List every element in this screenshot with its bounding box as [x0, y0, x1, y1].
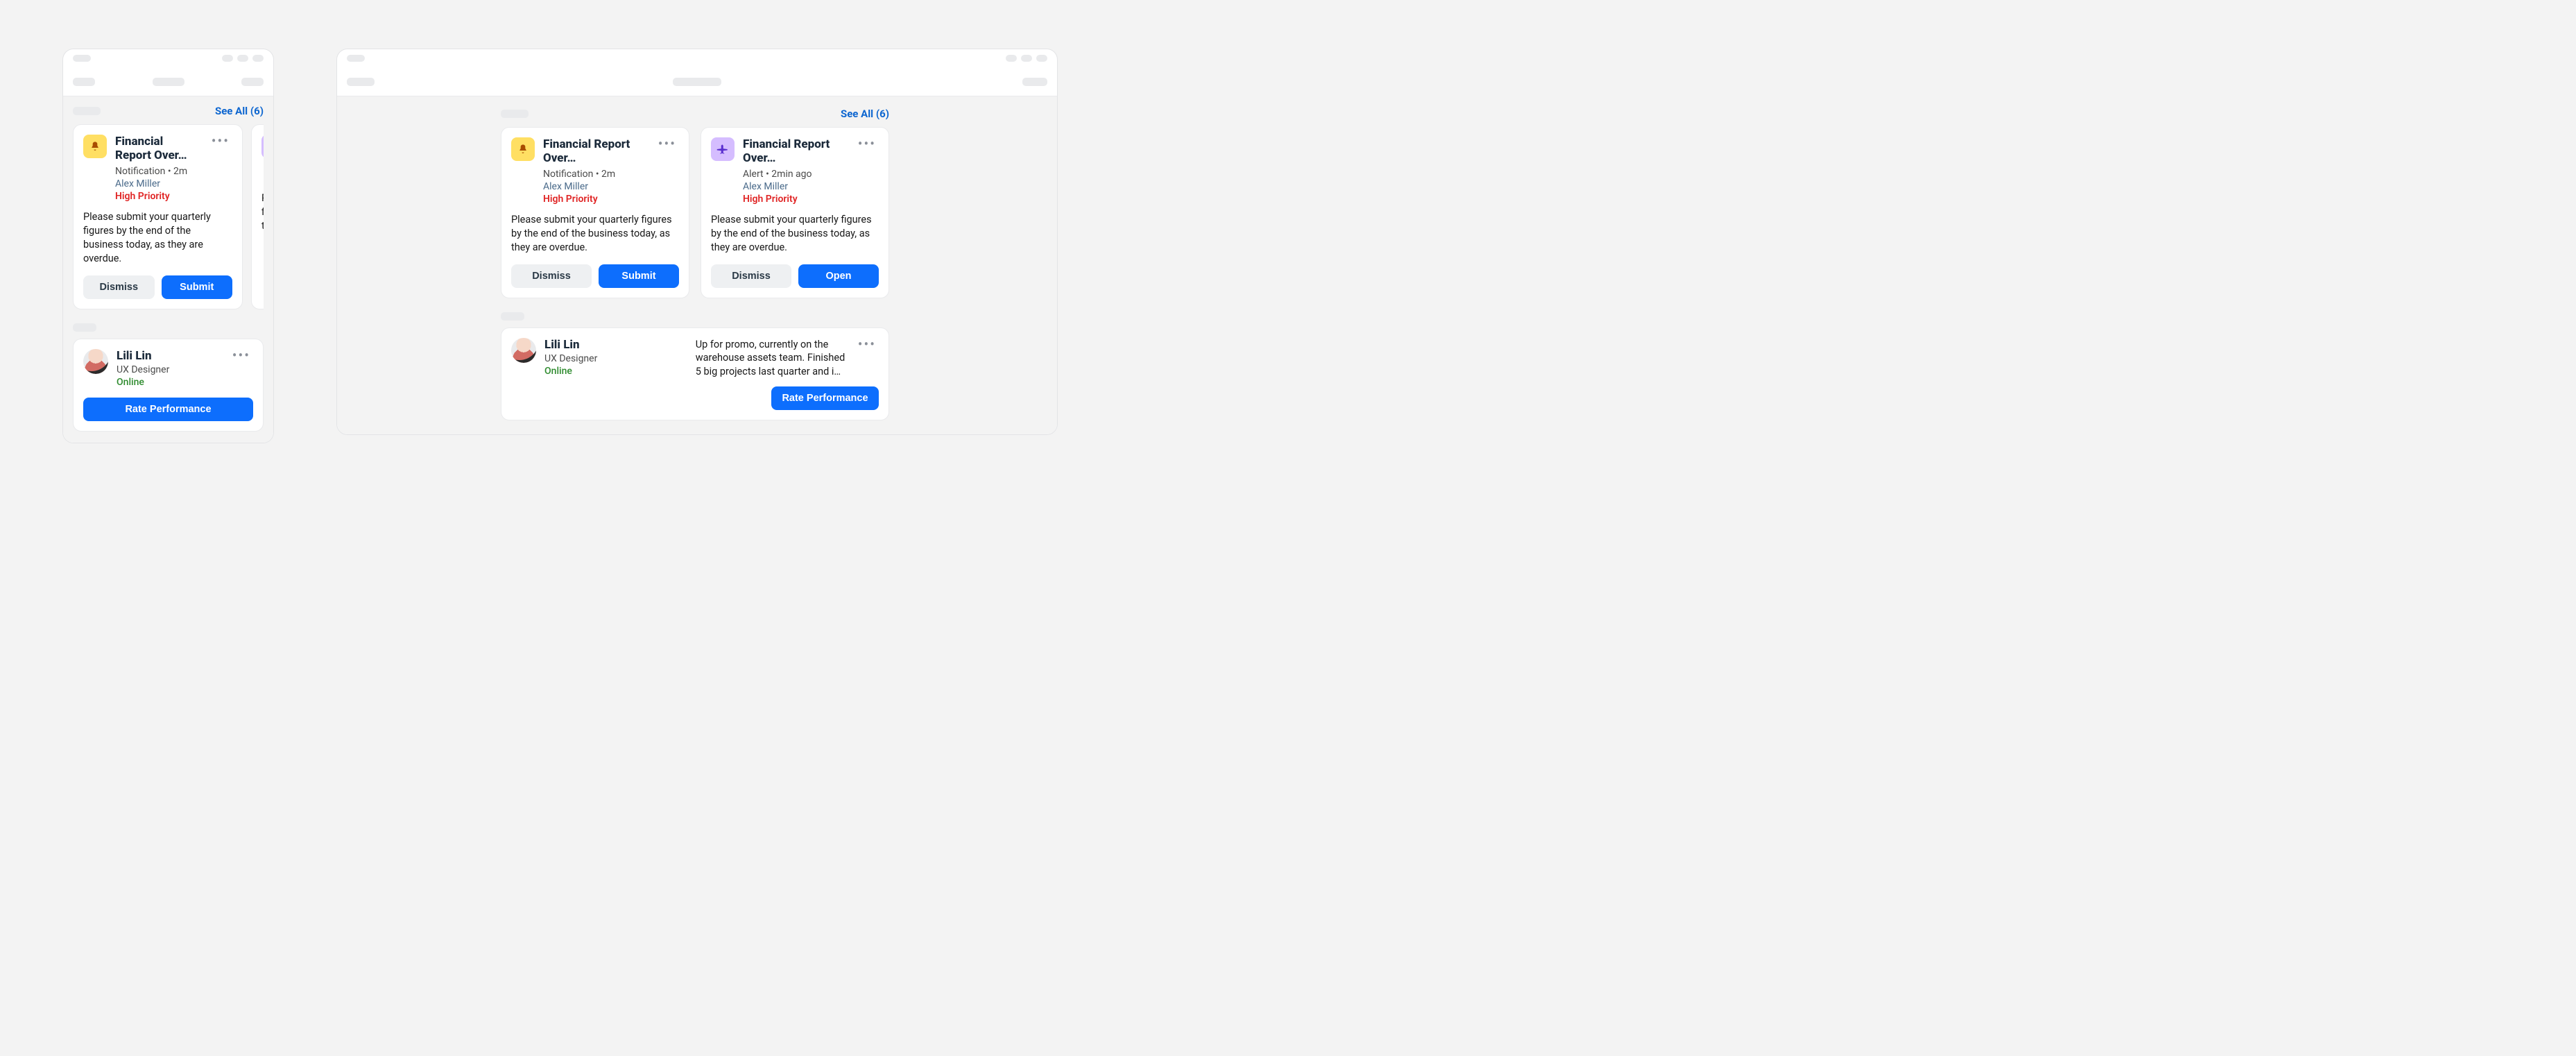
notification-title: Financial Report Over… — [543, 137, 647, 166]
person-name: Lili Lin — [117, 349, 221, 363]
priority-badge: High Priority — [115, 191, 200, 202]
notification-card: Financial Report Over… Alert • 2min ago … — [701, 127, 889, 298]
priority-badge: High Priority — [743, 194, 847, 205]
notification-title: Financial Report Over… — [115, 135, 200, 163]
appbar — [337, 67, 1057, 96]
mobile-frame: See All (6) Financial Report Over… Notif… — [62, 49, 274, 443]
more-icon[interactable]: ••• — [855, 338, 879, 350]
submit-button[interactable]: Submit — [162, 275, 233, 299]
person-role: UX Designer — [544, 353, 597, 364]
appbar-skeleton — [153, 78, 184, 86]
desktop-frame: See All (6) Financial Report Over… Notif… — [336, 49, 1058, 435]
see-all-link[interactable]: See All (6) — [215, 105, 264, 117]
person-status: Online — [544, 366, 597, 377]
notification-meta: Notification • 2m — [543, 169, 647, 180]
more-icon[interactable]: ••• — [230, 349, 253, 361]
statusbar-skeleton — [73, 55, 91, 62]
dismiss-button[interactable]: Dismiss — [511, 264, 592, 288]
notification-author: Alex Miller — [743, 181, 847, 192]
notification-body: Please submit your quarterly figures by … — [83, 210, 232, 266]
dismiss-button[interactable]: Dismiss — [83, 275, 155, 299]
section-title-skeleton — [501, 312, 524, 321]
statusbar-skeleton — [1006, 55, 1017, 62]
more-icon[interactable]: ••• — [855, 137, 879, 150]
notification-body: Please submit your quarterly figures by … — [711, 213, 879, 255]
person-status: Online — [117, 377, 221, 388]
rate-performance-button[interactable]: Rate Performance — [771, 386, 879, 410]
notification-author: Alex Miller — [115, 178, 200, 189]
section-header: See All (6) — [501, 108, 889, 120]
open-button[interactable]: Open — [798, 264, 879, 288]
more-icon[interactable]: ••• — [209, 135, 232, 147]
statusbar-skeleton — [252, 55, 264, 62]
section-header — [73, 323, 264, 332]
statusbar-skeleton — [1036, 55, 1047, 62]
section-title-skeleton — [501, 110, 529, 118]
person-card: Lili Lin UX Designer Online ••• Rate Per… — [73, 339, 264, 432]
bell-icon — [511, 137, 535, 161]
plane-icon — [261, 135, 264, 158]
notification-author: Alex Miller — [543, 181, 647, 192]
see-all-link[interactable]: See All (6) — [841, 108, 889, 120]
notification-card: Financial Report Over… Notification • 2m… — [73, 124, 243, 309]
bell-icon — [83, 135, 107, 158]
avatar — [511, 338, 536, 363]
appbar-skeleton — [1022, 78, 1047, 86]
dismiss-button[interactable]: Dismiss — [711, 264, 791, 288]
section-header: See All (6) — [73, 105, 264, 117]
notification-card-peek[interactable]: Plea figu toda — [251, 124, 264, 309]
appbar-skeleton — [347, 78, 375, 86]
statusbar-skeleton — [1021, 55, 1032, 62]
notification-body: Please submit your quarterly figures by … — [511, 213, 679, 255]
appbar-skeleton — [241, 78, 264, 86]
person-name: Lili Lin — [544, 338, 597, 352]
notification-meta: Notification • 2m — [115, 166, 200, 177]
section-title-skeleton — [73, 107, 101, 115]
notification-title: Financial Report Over… — [743, 137, 847, 166]
appbar — [63, 67, 273, 96]
person-blurb: Up for promo, currently on the warehouse… — [696, 338, 848, 379]
section-title-skeleton — [73, 323, 96, 332]
notification-body: Plea figu toda — [261, 191, 264, 233]
person-role: UX Designer — [117, 364, 221, 375]
statusbar — [63, 49, 273, 67]
appbar-skeleton — [673, 78, 721, 86]
statusbar-skeleton — [222, 55, 233, 62]
submit-button[interactable]: Submit — [599, 264, 679, 288]
avatar — [83, 349, 108, 374]
appbar-skeleton — [73, 78, 95, 86]
notification-scroller[interactable]: Financial Report Over… Notification • 2m… — [73, 124, 264, 309]
section-header — [501, 312, 889, 321]
person-card: Lili Lin UX Designer Online Up for promo… — [501, 327, 889, 421]
notification-card: Financial Report Over… Notification • 2m… — [501, 127, 689, 298]
statusbar-skeleton — [237, 55, 248, 62]
plane-icon — [711, 137, 735, 161]
statusbar-skeleton — [347, 55, 365, 62]
statusbar — [337, 49, 1057, 67]
notification-meta: Alert • 2min ago — [743, 169, 847, 180]
more-icon[interactable]: ••• — [655, 137, 679, 150]
priority-badge: High Priority — [543, 194, 647, 205]
rate-performance-button[interactable]: Rate Performance — [83, 398, 253, 421]
